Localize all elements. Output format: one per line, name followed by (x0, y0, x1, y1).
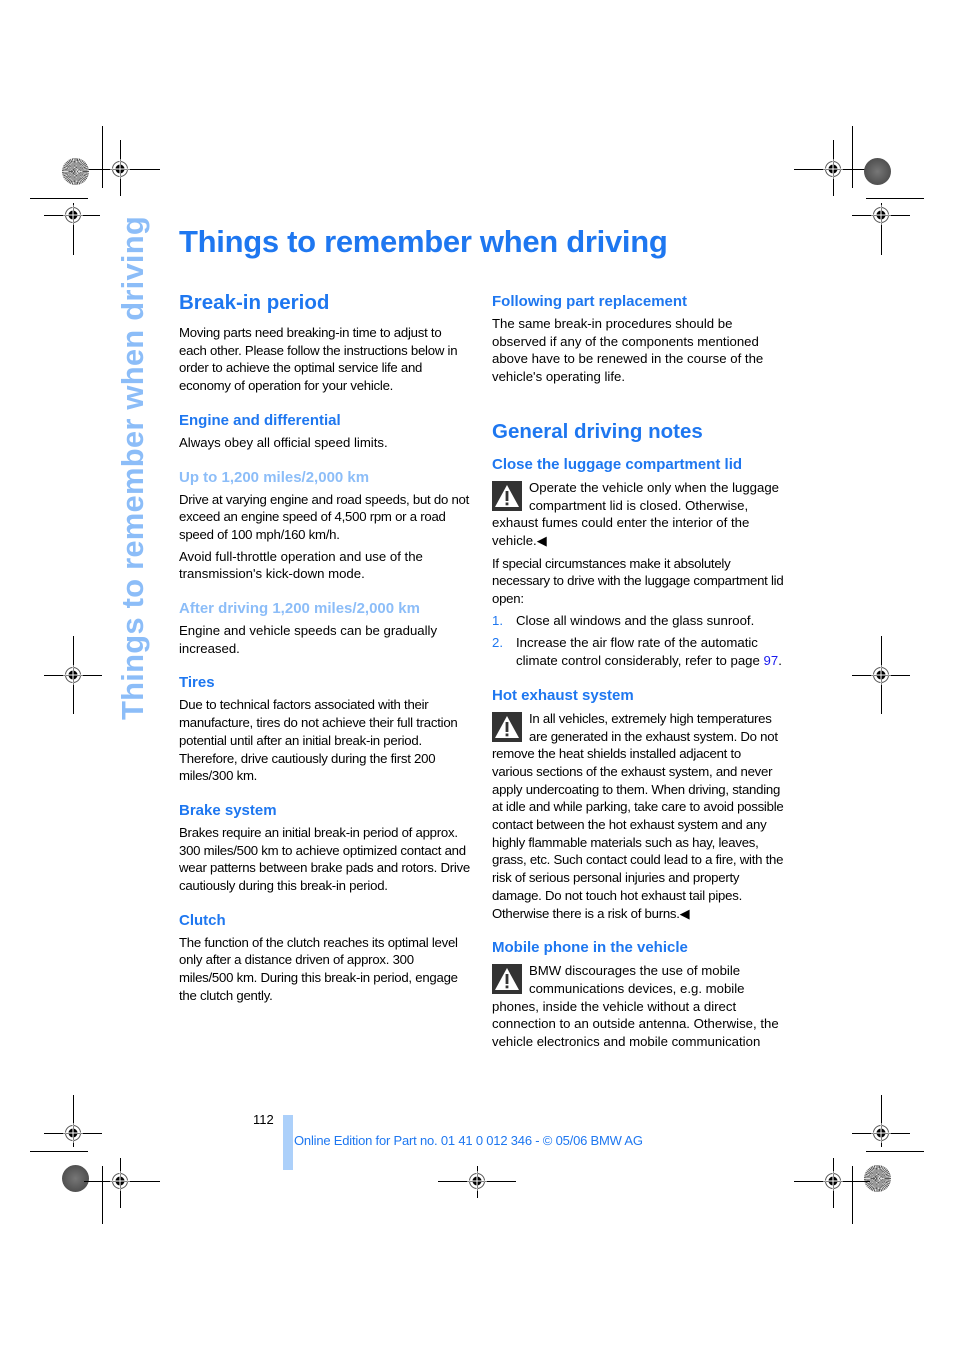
section-heading-general-driving: General driving notes (492, 419, 703, 443)
heading-after-driving: After driving 1,200 miles/2,000 km (179, 600, 420, 618)
right-column: Following part replacement The same brea… (492, 292, 784, 1051)
footer-color-bar (283, 1115, 293, 1170)
heading-part-replacement: Following part replacement (492, 293, 688, 310)
crop-line (866, 1151, 924, 1152)
warning-mobile-text: BMW discourages the use of mobile commun… (492, 963, 779, 1050)
page-number: 112 (253, 1112, 274, 1127)
registration-mark-icon (110, 159, 130, 179)
heading-engine-differential: Engine and differential (179, 411, 341, 429)
up-to-text-2: Avoid full-throttle operation and use of… (179, 548, 423, 582)
warning-triangle-icon (492, 964, 522, 995)
step-number: 1. (492, 612, 503, 628)
registration-mark-icon (823, 1171, 843, 1191)
engine-text: Always obey all official speed limits. (179, 434, 388, 450)
tires-text: Due to technical factors associated with… (179, 697, 458, 784)
warning-triangle-icon (492, 711, 522, 742)
heading-brake-system: Brake system (179, 801, 277, 819)
print-rosette-icon (62, 158, 89, 185)
print-rosette-icon (864, 1165, 891, 1192)
heading-tires: Tires (179, 674, 215, 692)
warning-mobile-phone: BMW discourages the use of mobile commun… (492, 962, 784, 1051)
luggage-text: If special circumstances make it absolut… (492, 555, 784, 607)
step-text-end: . (778, 653, 782, 669)
warning-luggage-lid: Operate the vehicle only when the luggag… (492, 479, 784, 550)
step-text: Increase the air flow rate of the automa… (516, 635, 764, 669)
section-heading-break-in: Break-in period (179, 291, 330, 314)
heading-mobile-phone: Mobile phone in the vehicle (492, 939, 688, 957)
warning-luggage-text: Operate the vehicle only when the luggag… (492, 479, 780, 548)
heading-hot-exhaust: Hot exhaust system (492, 686, 634, 704)
crop-line (30, 1151, 88, 1152)
list-item: 1. Close all windows and the glass sunro… (492, 612, 784, 630)
warning-triangle-icon (492, 480, 522, 511)
registration-mark-icon (467, 1171, 487, 1191)
after-driving-text: Engine and vehicle speeds can be gradual… (179, 623, 438, 656)
page-reference-link[interactable]: 97 (764, 653, 779, 668)
page-title: Things to remember when driving (179, 224, 668, 259)
side-chapter-title-text: Things to remember when driving (115, 216, 150, 720)
print-rosette-icon (62, 1165, 89, 1192)
warning-hot-exhaust: In all vehicles, extremely high temperat… (492, 710, 784, 922)
footer-edition-text: Online Edition for Part no. 01 41 0 012 … (294, 1133, 643, 1148)
registration-mark-icon (110, 1171, 130, 1191)
heading-luggage-lid: Close the luggage compartment lid (492, 455, 743, 473)
crop-line (30, 198, 88, 199)
registration-mark-icon (63, 665, 83, 685)
up-to-text-1: Drive at varying engine and road speeds,… (179, 491, 470, 542)
print-rosette-icon (864, 158, 891, 185)
registration-mark-icon (871, 1123, 891, 1143)
luggage-steps: 1. Close all windows and the glass sunro… (492, 612, 784, 670)
brake-system-text: Brakes require an initial break-in perio… (179, 824, 470, 894)
list-item: 2. Increase the air flow rate of the aut… (492, 634, 784, 669)
registration-mark-icon (823, 159, 843, 179)
crop-line (852, 126, 853, 188)
part-replacement-text: The same break-in procedures should be o… (492, 316, 764, 385)
warning-exhaust-text: In all vehicles, extremely high temperat… (492, 710, 784, 921)
crop-line (102, 1166, 103, 1224)
heading-clutch: Clutch (179, 911, 226, 929)
heading-up-to: Up to 1,200 miles/2,000 km (179, 468, 370, 486)
break-in-intro: Moving parts need breaking-in time to ad… (179, 325, 458, 394)
crop-line (852, 1166, 853, 1224)
clutch-text: The function of the clutch reaches its o… (179, 934, 458, 1003)
left-column: Break-in period Moving parts need breaki… (179, 290, 471, 1005)
registration-mark-icon (871, 665, 891, 685)
side-chapter-title: Things to remember when driving (113, 216, 153, 720)
registration-mark-icon (871, 205, 891, 225)
step-text: Close all windows and the glass sunroof. (516, 612, 755, 628)
crop-line (866, 198, 924, 199)
crop-line (102, 126, 103, 188)
step-number: 2. (492, 635, 503, 651)
registration-mark-icon (63, 1123, 83, 1143)
registration-mark-icon (63, 205, 83, 225)
